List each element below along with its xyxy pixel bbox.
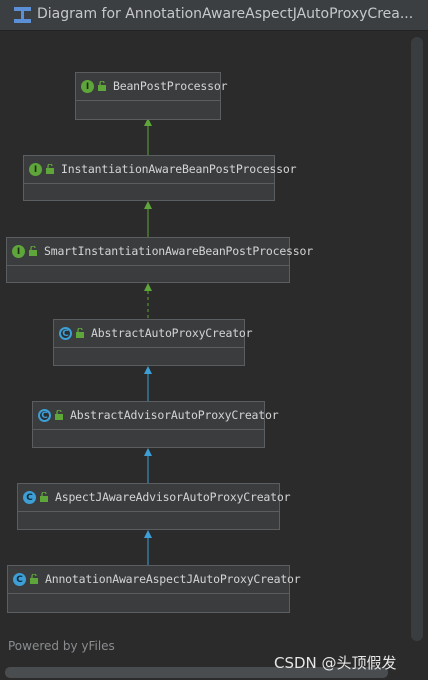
- class-node-smart-instantiation-aware-bpp[interactable]: I SmartInstantiationAwareBeanPostProcess…: [6, 237, 313, 283]
- lock-icon: [46, 164, 54, 174]
- node-header: C AbstractAdvisorAutoProxyCreator: [33, 402, 279, 430]
- interface-icon: I: [29, 163, 42, 176]
- arrow-head: [144, 448, 152, 456]
- title-bar: Diagram for AnnotationAwareAspectJAutoPr…: [0, 0, 428, 31]
- node-header: C AnnotationAwareAspectJAutoProxyCreator: [8, 566, 301, 594]
- lock-icon: [29, 246, 37, 256]
- interface-icon: I: [12, 245, 25, 258]
- class-node-bean-post-processor[interactable]: I BeanPostProcessor: [75, 72, 228, 120]
- abstract-class-icon: C: [38, 409, 51, 422]
- diagram-canvas[interactable]: I BeanPostProcessor I InstantiationAware…: [0, 31, 428, 680]
- node-name: AbstractAutoProxyCreator: [91, 326, 253, 340]
- node-name: AnnotationAwareAspectJAutoProxyCreator: [45, 572, 301, 586]
- arrow-head: [144, 366, 152, 374]
- class-node-abstract-advisor-auto-proxy-creator[interactable]: C AbstractAdvisorAutoProxyCreator: [32, 401, 279, 448]
- arrow-head: [144, 201, 152, 209]
- window-title: Diagram for AnnotationAwareAspectJAutoPr…: [37, 6, 414, 22]
- node-name: BeanPostProcessor: [113, 79, 228, 93]
- watermark: CSDN @头顶假发: [274, 654, 397, 672]
- lock-icon: [55, 410, 63, 420]
- node-name: AbstractAdvisorAutoProxyCreator: [70, 408, 279, 422]
- lock-icon: [76, 328, 84, 338]
- abstract-class-icon: C: [59, 327, 72, 340]
- lock-icon: [40, 492, 48, 502]
- class-node-aspectj-aware-advisor-auto-proxy-creator[interactable]: C AspectJAwareAdvisorAutoProxyCreator: [17, 483, 291, 530]
- node-name: InstantiationAwareBeanPostProcessor: [61, 162, 297, 176]
- class-node-annotation-aware-aspectj-auto-proxy-creator[interactable]: C AnnotationAwareAspectJAutoProxyCreator: [7, 565, 301, 613]
- node-header: I InstantiationAwareBeanPostProcessor: [24, 156, 297, 184]
- node-header: I SmartInstantiationAwareBeanPostProcess…: [7, 238, 313, 266]
- powered-by-label: Powered by yFiles: [8, 639, 115, 653]
- interface-icon: I: [81, 80, 94, 93]
- lock-icon: [98, 81, 106, 91]
- node-name: AspectJAwareAdvisorAutoProxyCreator: [55, 490, 291, 504]
- diagram-icon: [14, 7, 31, 23]
- class-icon: C: [23, 491, 36, 504]
- class-node-instantiation-aware-bpp[interactable]: I InstantiationAwareBeanPostProcessor: [23, 155, 297, 201]
- node-header: C AspectJAwareAdvisorAutoProxyCreator: [18, 484, 291, 512]
- lock-icon: [30, 574, 38, 584]
- vertical-scrollbar[interactable]: [411, 37, 423, 641]
- node-header: I BeanPostProcessor: [76, 73, 228, 101]
- arrow-head: [144, 530, 152, 538]
- arrow-head: [144, 283, 152, 291]
- class-node-abstract-auto-proxy-creator[interactable]: C AbstractAutoProxyCreator: [53, 319, 253, 366]
- node-header: C AbstractAutoProxyCreator: [54, 320, 253, 348]
- class-icon: C: [13, 573, 26, 586]
- node-name: SmartInstantiationAwareBeanPostProcessor: [44, 244, 313, 258]
